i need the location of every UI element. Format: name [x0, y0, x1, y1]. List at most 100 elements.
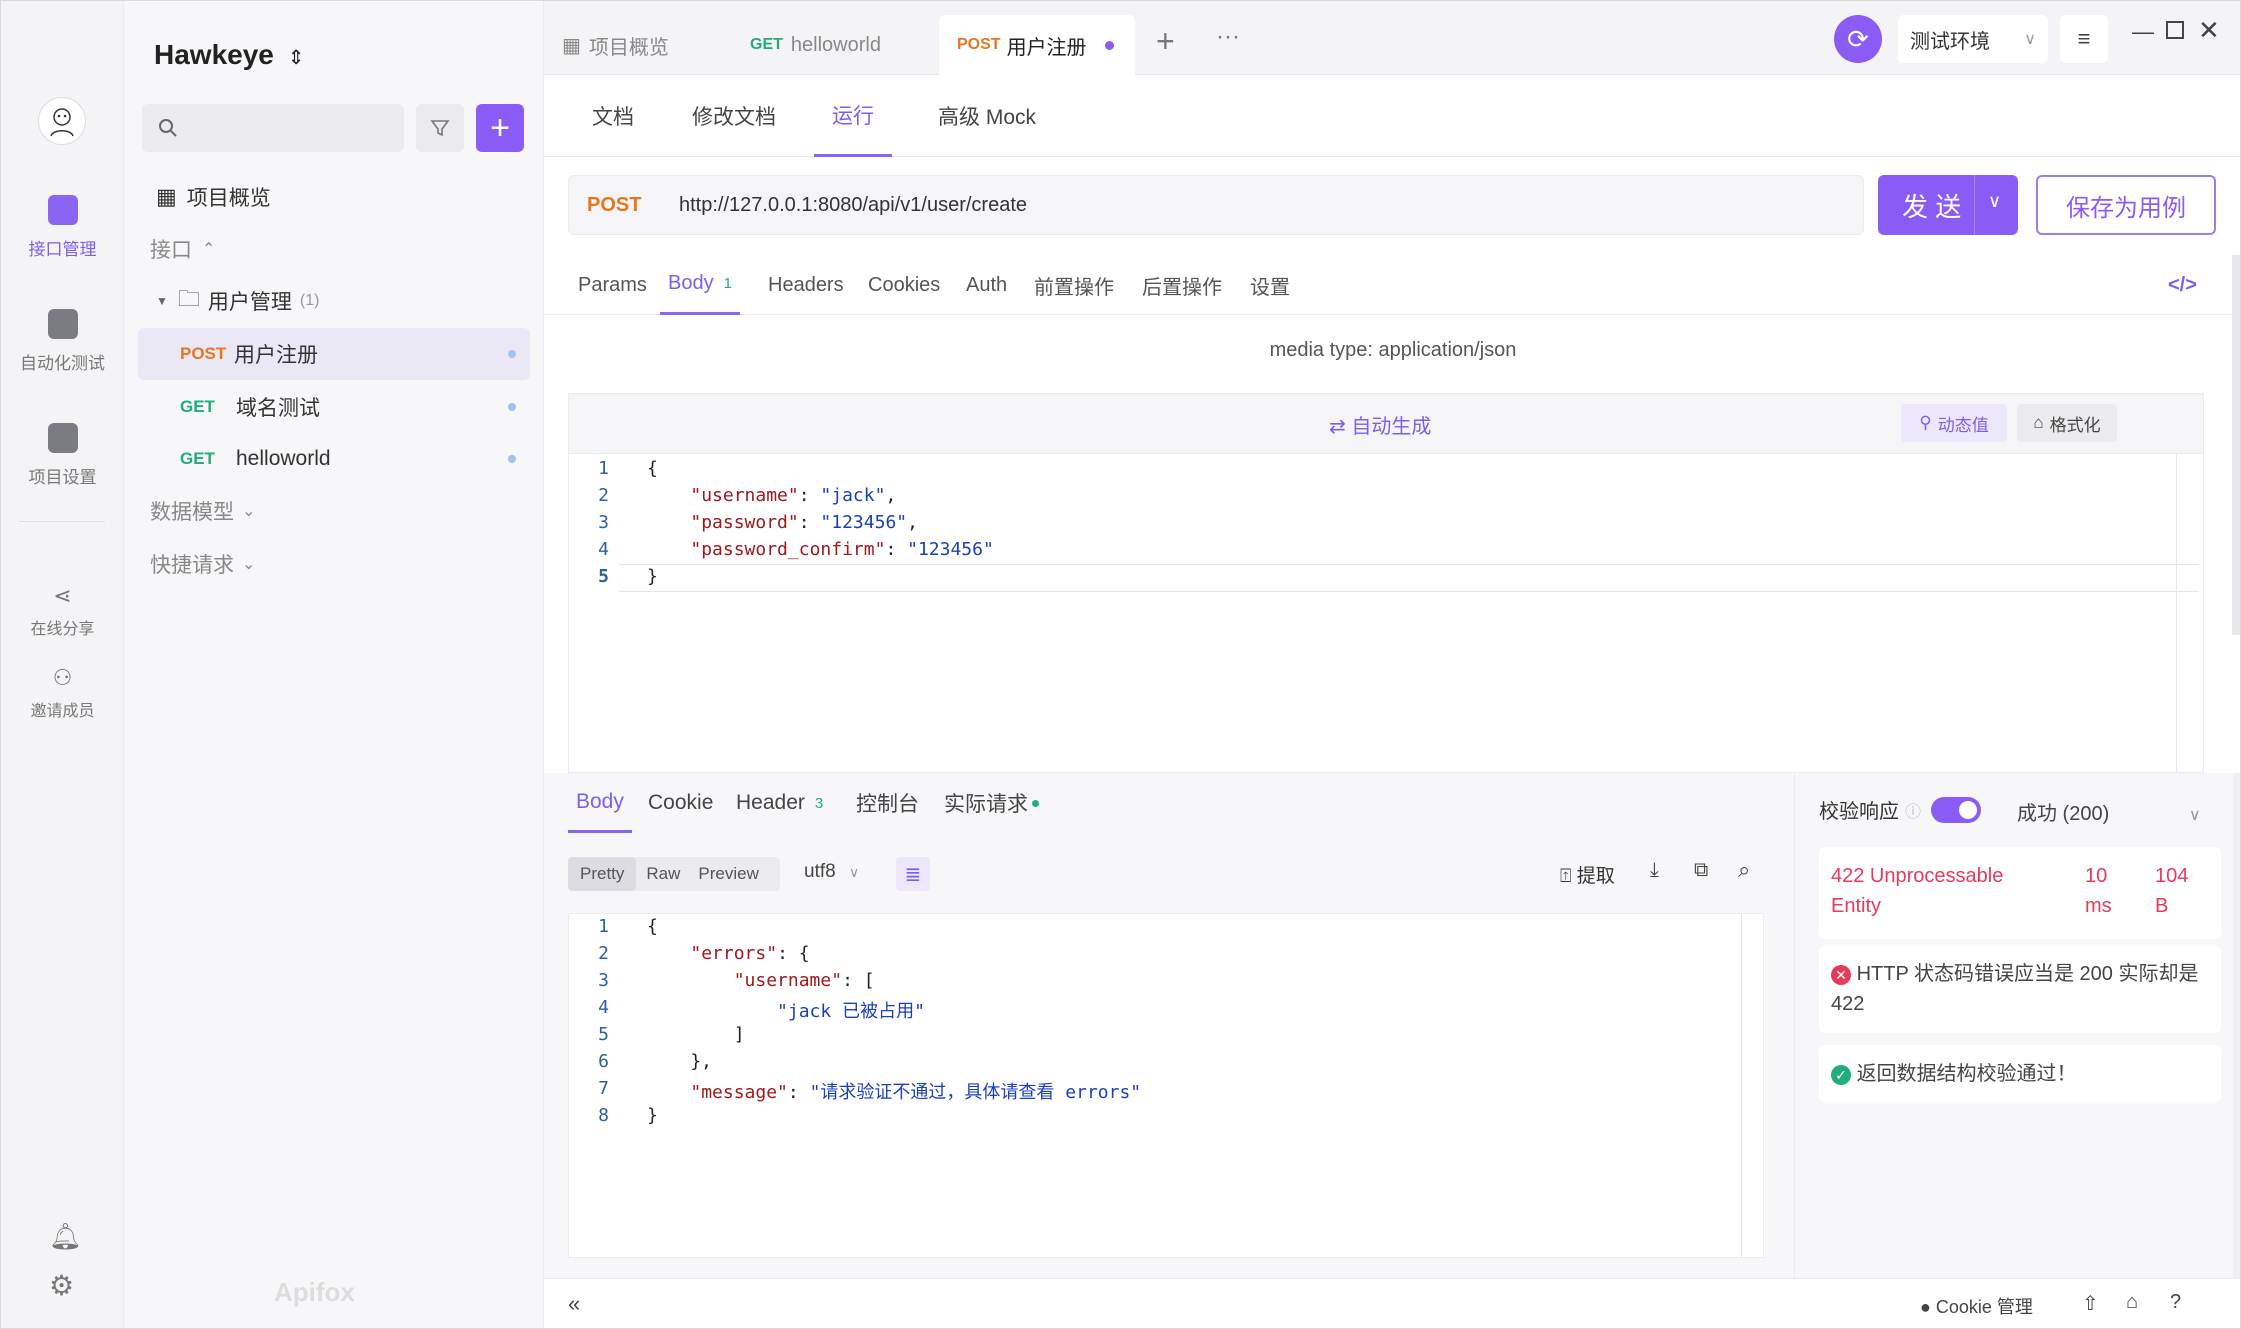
avatar[interactable] — [38, 97, 86, 145]
extract-button[interactable]: ⍐ 提取 — [1560, 861, 1615, 888]
response-time: 10 ms — [2085, 865, 2112, 917]
tab-body[interactable]: Body 1 — [660, 255, 740, 315]
format-button[interactable]: ⌂ 格式化 — [2017, 404, 2117, 442]
url-input[interactable]: http://127.0.0.1:8080/api/v1/user/create — [679, 194, 1027, 217]
expected-status-select[interactable]: 成功 (200) ∨ — [2017, 797, 2201, 826]
upload-icon[interactable]: ⇧ — [2082, 1291, 2099, 1316]
minimize-icon[interactable]: — — [2132, 19, 2154, 45]
search-input[interactable] — [142, 104, 404, 152]
rail-item-api-management[interactable]: 接口管理 — [1, 195, 124, 260]
subtab-docs[interactable]: 文档 — [592, 75, 634, 157]
view-preview[interactable]: Preview — [690, 857, 766, 891]
filter-button[interactable] — [416, 104, 464, 152]
view-pretty[interactable]: Pretty — [568, 857, 637, 891]
api-item-helloworld[interactable]: GET helloworld — [138, 433, 530, 485]
tab-settings[interactable]: 设置 — [1250, 255, 1290, 315]
download-icon[interactable]: ⤓ — [1650, 859, 1659, 882]
api-item-domain-test[interactable]: GET 域名测试 — [138, 381, 530, 433]
sync-icon[interactable]: ⟳ — [1834, 15, 1882, 63]
resp-tab-body[interactable]: Body — [568, 773, 632, 833]
auto-generate-button[interactable]: ⇄ 自动生成 — [1329, 410, 1431, 439]
cookie-manager-button[interactable]: ● Cookie 管理 — [1920, 1293, 2033, 1319]
subtab-advanced-mock[interactable]: 高级 Mock — [938, 75, 1036, 157]
add-button[interactable]: + — [476, 104, 524, 152]
toggle-switch[interactable] — [1931, 796, 1982, 823]
url-bar[interactable]: POST http://127.0.0.1:8080/api/v1/user/c… — [568, 175, 1864, 235]
scrollbar[interactable] — [2233, 773, 2240, 1278]
main-panel: ▦ 项目概览 GET helloworld POST 用户注册 + ··· ⟳ … — [544, 1, 2240, 1328]
copy-icon[interactable]: ⧉ — [1694, 859, 1708, 882]
request-body-editor[interactable]: 1 2 3 4 5 { "username": "jack", "passwor… — [568, 453, 2204, 773]
view-raw[interactable]: Raw — [636, 857, 690, 891]
view-mode-switch: Pretty Raw Preview — [568, 857, 780, 891]
resp-tab-actual-request[interactable]: 实际请求 — [944, 773, 1039, 833]
status-code-text: 422 Unprocessable Entity — [1831, 865, 2004, 917]
resp-tab-console[interactable]: 控制台 — [856, 773, 919, 833]
overview-link[interactable]: ▦ 项目概览 — [138, 171, 530, 223]
data-models-section[interactable]: 数据模型 ⌄ — [138, 485, 530, 537]
help-icon[interactable]: ? — [2170, 1291, 2181, 1314]
status-dot — [1032, 799, 1039, 807]
gear-icon[interactable]: ⚙ — [49, 1269, 74, 1302]
quick-requests-section[interactable]: 快捷请求 ⌄ — [138, 538, 530, 590]
new-tab-button[interactable]: + — [1156, 23, 1175, 60]
api-item-user-register[interactable]: POST 用户注册 — [138, 328, 530, 380]
code-line: } — [647, 1105, 658, 1126]
response-body-viewer[interactable]: 1 2 3 4 5 6 7 8 { "errors": { "username"… — [568, 913, 1764, 1258]
help-icon: ⓘ — [1905, 803, 1922, 821]
collapse-icon[interactable]: « — [568, 1291, 580, 1317]
tab-post-script[interactable]: 后置操作 — [1142, 255, 1222, 315]
search-icon[interactable]: ⌕ — [1738, 857, 1750, 883]
maximize-icon[interactable] — [2166, 21, 2184, 39]
resp-tab-cookie[interactable]: Cookie — [648, 773, 713, 833]
tab-headers[interactable]: Headers — [768, 255, 844, 315]
project-switcher[interactable]: Hawkeye ⇕ — [154, 39, 304, 71]
api-section-header[interactable]: 接口 ⌃ — [138, 223, 530, 275]
icon-rail: 接口管理 自动化测试 项目设置 ⋖ 在线分享 ⚇ 邀请成员 🔔︎ ⚙ — [1, 1, 124, 1328]
chevron-down-icon: ∨ — [2024, 31, 2036, 48]
resp-tab-header[interactable]: Header 3 — [736, 773, 823, 833]
env-select[interactable]: 测试环境 ∨ — [1898, 15, 2048, 63]
status-dot — [508, 350, 516, 358]
subtab-run[interactable]: 运行 — [814, 75, 892, 157]
shirt-icon[interactable]: ⌂ — [2126, 1291, 2138, 1314]
scrollbar-track[interactable] — [2176, 454, 2177, 772]
tab-project-overview[interactable]: ▦ 项目概览 — [544, 15, 732, 75]
rail-item-share[interactable]: ⋖ 在线分享 — [1, 583, 124, 639]
encoding-select[interactable]: utf8 ∨ — [804, 861, 859, 883]
rail-item-automation-test[interactable]: 自动化测试 — [1, 309, 124, 374]
bell-icon[interactable]: 🔔︎ — [49, 1221, 82, 1252]
code-line: "username": [ — [733, 970, 875, 991]
tab-params[interactable]: Params — [578, 255, 647, 315]
close-icon[interactable]: ✕ — [2198, 15, 2220, 46]
tab-pre-script[interactable]: 前置操作 — [1034, 255, 1114, 315]
code-icon[interactable]: </> — [2168, 255, 2197, 315]
folder-user-management[interactable]: ▼ 🗀 用户管理 (1) — [138, 275, 530, 327]
sub-tabs: 文档 修改文档 运行 高级 Mock — [544, 75, 2240, 157]
main-scrollbar[interactable] — [2232, 255, 2240, 635]
api-icon — [47, 195, 78, 225]
grid-icon: ▦ — [562, 34, 581, 57]
scrollbar-track[interactable] — [1741, 914, 1742, 1257]
chevron-down-icon: ∨ — [848, 864, 860, 880]
tab-user-register[interactable]: POST 用户注册 — [939, 15, 1135, 75]
tab-auth[interactable]: Auth — [966, 255, 1007, 315]
code-line: { — [647, 458, 658, 479]
send-button[interactable]: 发 送 ∨ — [1878, 175, 2018, 235]
dynamic-value-button[interactable]: ⚲ 动态值 — [1901, 404, 2007, 442]
save-as-case-button[interactable]: 保存为用例 — [2036, 175, 2216, 235]
subtab-edit-docs[interactable]: 修改文档 — [692, 75, 776, 157]
tab-cookies[interactable]: Cookies — [868, 255, 940, 315]
chevron-down-icon[interactable]: ∨ — [1988, 191, 2001, 212]
tab-helloworld[interactable]: GET helloworld — [732, 15, 924, 75]
menu-icon[interactable]: ≡ — [2060, 15, 2108, 63]
active-line — [619, 564, 2199, 592]
wrap-lines-button[interactable]: ≣ — [896, 857, 930, 891]
validate-response-toggle[interactable]: 校验响应 ⓘ — [1819, 795, 1982, 824]
rail-item-project-settings[interactable]: 项目设置 — [1, 423, 124, 488]
more-tabs-icon[interactable]: ··· — [1216, 23, 1240, 51]
code-line: { — [647, 916, 658, 937]
rail-item-invite[interactable]: ⚇ 邀请成员 — [1, 665, 124, 721]
rail-divider — [19, 521, 105, 522]
body-editor-toolbar: ⇄ 自动生成 ⚲ 动态值 ⌂ 格式化 — [568, 393, 2204, 453]
